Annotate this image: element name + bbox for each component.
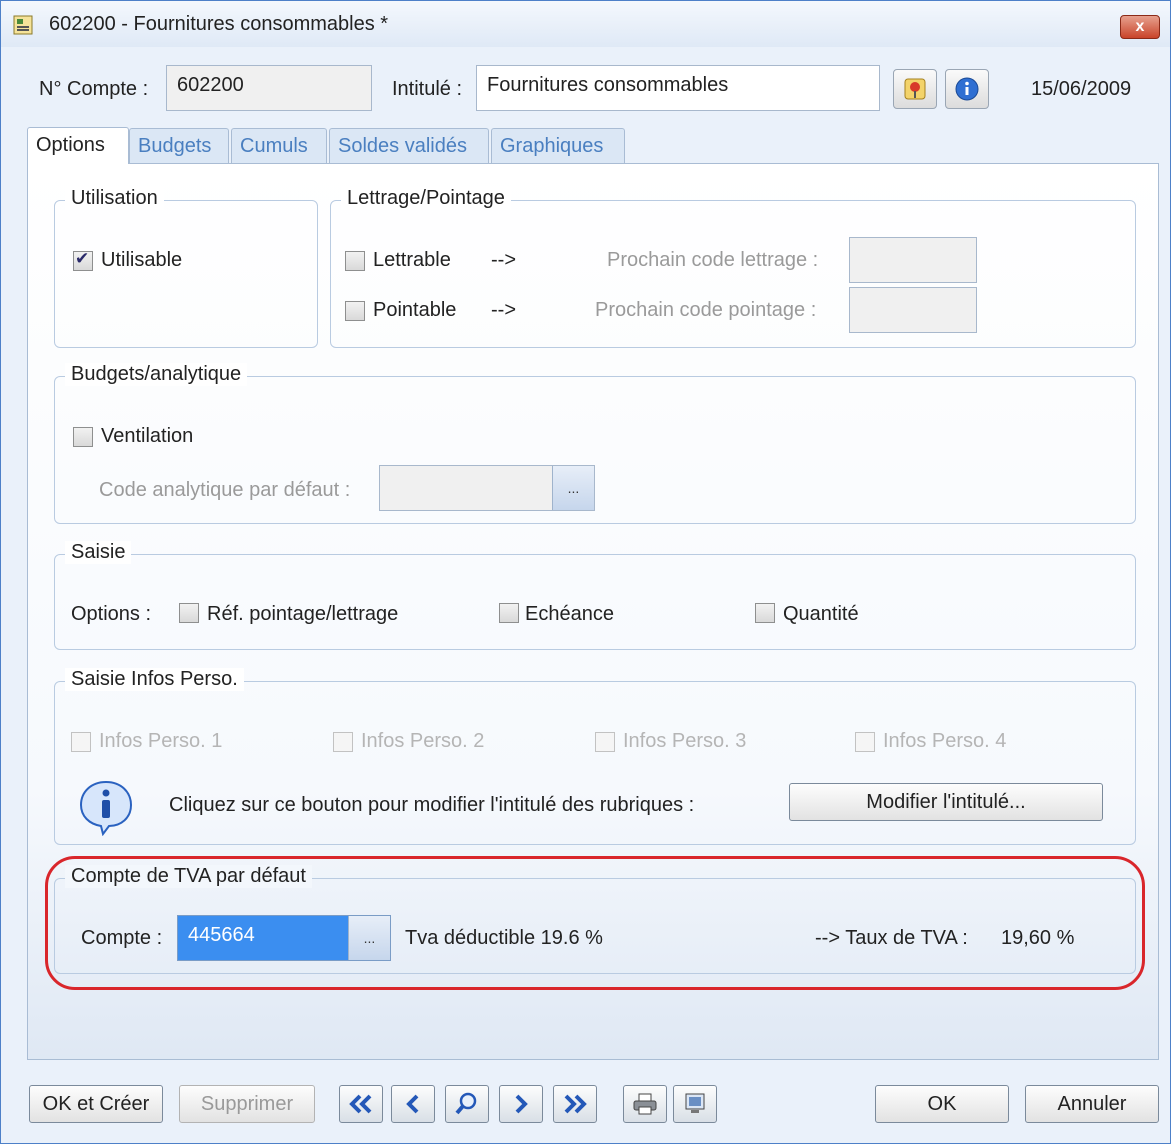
title-bar: 602200 - Fournitures consommables * x: [1, 1, 1170, 47]
next-record-button[interactable]: [499, 1085, 543, 1123]
infos-perso-group: Saisie Infos Perso. Infos Perso. 1 Infos…: [54, 668, 1136, 845]
infos-perso-3-checkbox[interactable]: [595, 732, 615, 752]
prochain-pointage-label: Prochain code pointage :: [595, 299, 817, 321]
infos-perso-legend: Saisie Infos Perso.: [65, 668, 244, 691]
monitor-icon: [685, 1093, 705, 1113]
printer-icon: [633, 1093, 657, 1115]
tab-soldes-valides[interactable]: Soldes validés: [329, 128, 489, 163]
utilisation-group: Utilisation Utilisable: [54, 187, 318, 348]
saisie-legend: Saisie: [65, 541, 132, 564]
compte-label: N° Compte :: [39, 78, 149, 100]
tab-graphiques[interactable]: Graphiques: [491, 128, 625, 163]
ref-pointage-label: Réf. pointage/lettrage: [207, 603, 399, 625]
infos-perso-1-label: Infos Perso. 1: [99, 730, 223, 752]
tab-cumuls[interactable]: Cumuls: [231, 128, 327, 163]
lettrable-label: Lettrable: [373, 249, 451, 271]
preview-button[interactable]: [673, 1085, 717, 1123]
search-record-button[interactable]: [445, 1085, 489, 1123]
info-icon: [955, 77, 979, 101]
code-analytique-browse-button[interactable]: ...: [552, 466, 594, 510]
prochain-pointage-field: [849, 287, 977, 333]
compte-number-field[interactable]: 602200: [166, 65, 372, 111]
first-record-button[interactable]: [339, 1085, 383, 1123]
last-record-button[interactable]: [553, 1085, 597, 1123]
print-button[interactable]: [623, 1085, 667, 1123]
lettrable-arrow: -->: [491, 249, 516, 271]
info-button[interactable]: [945, 69, 989, 109]
utilisable-checkbox[interactable]: [73, 249, 93, 271]
previous-record-button[interactable]: [391, 1085, 435, 1123]
info-bubble-icon: [79, 780, 133, 836]
intitule-field[interactable]: Fournitures consommables: [476, 65, 880, 111]
magnifier-icon: [455, 1092, 477, 1115]
utilisation-legend: Utilisation: [65, 187, 164, 210]
lettrage-group: Lettrage/Pointage Lettrable --> Prochain…: [330, 187, 1136, 348]
account-dialog: 602200 - Fournitures consommables * x N°…: [0, 0, 1171, 1144]
code-analytique-label: Code analytique par défaut :: [99, 479, 351, 501]
infos-perso-3-label: Infos Perso. 3: [623, 730, 747, 752]
chevron-right-icon: [515, 1094, 528, 1114]
ok-button[interactable]: OK: [875, 1085, 1009, 1123]
infos-perso-hint: Cliquez sur ce bouton pour modifier l'in…: [169, 794, 695, 816]
infos-perso-4-checkbox[interactable]: [855, 732, 875, 752]
ventilation-checkbox[interactable]: [73, 427, 93, 447]
code-analytique-field: ...: [379, 465, 595, 511]
echeance-checkbox[interactable]: [499, 603, 519, 623]
lettrage-legend: Lettrage/Pointage: [341, 187, 511, 210]
chevron-left-icon: [406, 1094, 419, 1114]
budgets-group: Budgets/analytique Ventilation Code anal…: [54, 363, 1136, 524]
pointable-label: Pointable: [373, 299, 457, 321]
attachment-button[interactable]: [893, 69, 937, 109]
prochain-lettrage-field: [849, 237, 977, 283]
infos-perso-2-label: Infos Perso. 2: [361, 730, 485, 752]
infos-perso-1-checkbox[interactable]: [71, 732, 91, 752]
intitule-label: Intitulé :: [392, 78, 463, 100]
window-title: 602200 - Fournitures consommables *: [49, 13, 389, 35]
double-chevron-right-icon: [564, 1094, 587, 1114]
infos-perso-2-checkbox[interactable]: [333, 732, 353, 752]
modifier-intitule-button[interactable]: Modifier l'intitulé...: [789, 783, 1103, 821]
utilisable-label: Utilisable: [101, 249, 183, 271]
pin-icon: [904, 78, 926, 100]
tab-budgets[interactable]: Budgets: [129, 128, 229, 163]
double-chevron-left-icon: [349, 1094, 372, 1114]
ref-pointage-checkbox[interactable]: [179, 603, 199, 623]
quantite-checkbox[interactable]: [755, 603, 775, 623]
quantite-label: Quantité: [783, 603, 859, 625]
annuler-button[interactable]: Annuler: [1025, 1085, 1159, 1123]
supprimer-button[interactable]: Supprimer: [179, 1085, 315, 1123]
budgets-legend: Budgets/analytique: [65, 363, 248, 386]
ventilation-label: Ventilation: [101, 425, 194, 447]
saisie-options-label: Options :: [71, 603, 152, 625]
echeance-label: Echéance: [525, 603, 614, 625]
pointable-arrow: -->: [491, 299, 516, 321]
infos-perso-4-label: Infos Perso. 4: [883, 730, 1007, 752]
highlight-oval: [45, 856, 1145, 990]
lettrable-checkbox[interactable]: [345, 251, 365, 271]
close-icon: x: [1135, 18, 1145, 35]
saisie-group: Saisie Options : Réf. pointage/lettrage …: [54, 541, 1136, 650]
tab-options[interactable]: Options: [27, 127, 129, 164]
date-label: 15/06/2009: [1031, 78, 1132, 100]
window-app-icon: [13, 15, 33, 35]
prochain-lettrage-label: Prochain code lettrage :: [607, 249, 819, 271]
ok-et-creer-button[interactable]: OK et Créer: [29, 1085, 163, 1123]
pointable-checkbox[interactable]: [345, 301, 365, 321]
close-button[interactable]: x: [1120, 15, 1160, 39]
